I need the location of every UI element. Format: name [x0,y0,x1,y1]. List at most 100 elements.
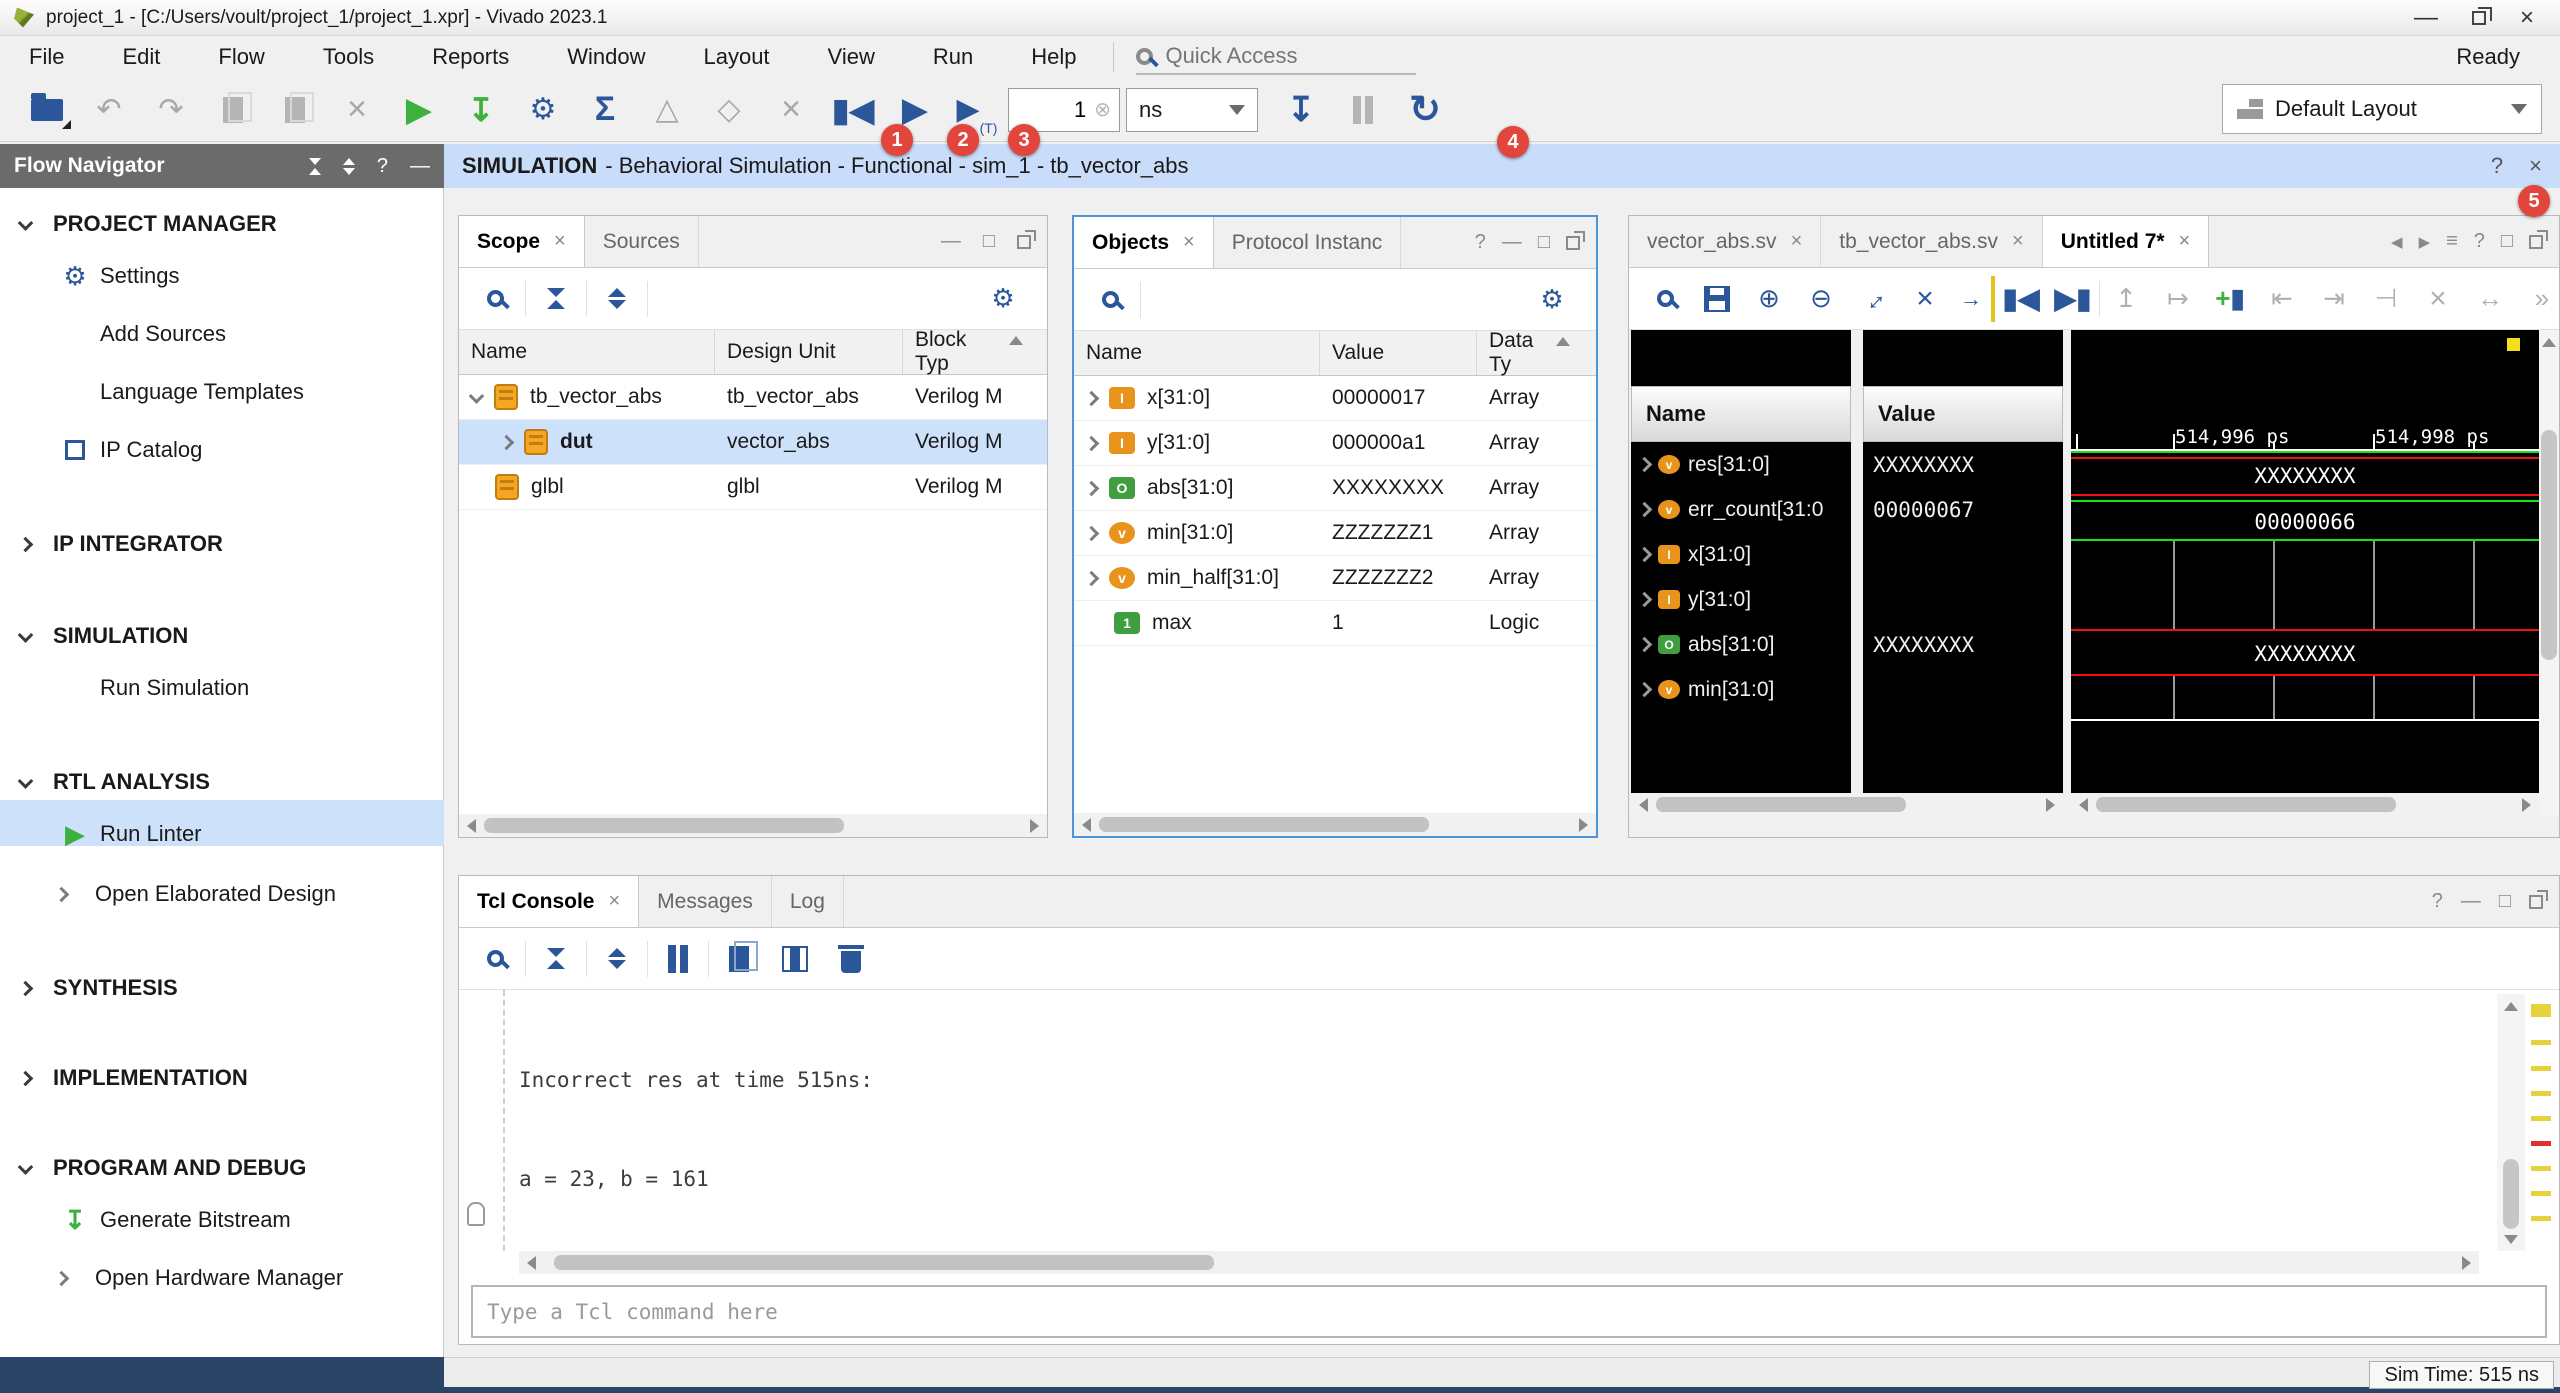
tab-messages[interactable]: Messages [639,876,772,927]
console-horizontal-scrollbar[interactable] [519,1251,2479,1274]
help-icon[interactable]: ? [1475,231,1486,254]
sidebar-item-open-hardware-manager[interactable]: Open Hardware Manager [0,1256,443,1300]
sidebar-item-run-simulation[interactable]: Run Simulation [0,666,443,710]
span-markers-button[interactable]: ↔ [2464,276,2516,322]
wave-signal-y[interactable]: Iy[31:0] [1631,577,1851,622]
wave-plot-horizontal-scrollbar[interactable] [2071,793,2539,816]
menu-view[interactable]: View [799,44,904,70]
object-row-min[interactable]: vmin[31:0] ZZZZZZZ1 Array [1074,511,1596,556]
section-program-and-debug[interactable]: PROGRAM AND DEBUG [0,1146,443,1190]
help-icon[interactable]: ? [2474,230,2485,253]
quick-access-search[interactable] [1136,39,1416,75]
sim-time-input[interactable] [1028,96,1088,124]
swap-cursor-button[interactable]: ↥ [2100,276,2152,322]
search-button[interactable] [1084,277,1136,323]
expand-all-button[interactable] [591,936,643,982]
warning-marker[interactable] [2531,1066,2551,1071]
wave-signal-min[interactable]: vmin[31:0] [1631,667,1851,712]
close-tab-icon[interactable]: × [2012,230,2024,253]
remove-cursor-button[interactable]: × [1899,276,1951,322]
section-synthesis[interactable]: SYNTHESIS [0,966,443,1010]
tcl-command-input[interactable] [485,1299,2533,1325]
wave-value-column-header[interactable]: Value [1863,386,2063,442]
menu-layout[interactable]: Layout [674,44,798,70]
tab-tb-vector-abs-sv[interactable]: tb_vector_abs.sv × [1821,216,2042,267]
column-header-data-type[interactable]: Data Ty [1477,331,1552,375]
next-marker-button[interactable]: ⇥ [2308,276,2360,322]
clear-console-button[interactable] [825,936,877,982]
object-row-min-half[interactable]: vmin_half[31:0] ZZZZZZZ2 Array [1074,556,1596,601]
tab-sources[interactable]: Sources [585,216,699,267]
report-button[interactable]: Σ [574,84,636,136]
sidebar-item-add-sources[interactable]: Add Sources [0,312,443,356]
tab-objects[interactable]: Objects × [1074,217,1214,268]
close-tab-icon[interactable]: × [2179,230,2191,253]
column-header-design-unit[interactable]: Design Unit [715,330,903,374]
scrollbar-up[interactable] [1552,331,1574,375]
float-panel-icon[interactable] [2529,895,2543,909]
tab-scope[interactable]: Scope × [459,216,585,267]
maximize-panel-icon[interactable]: □ [2501,230,2513,253]
object-row-abs[interactable]: Oabs[31:0] XXXXXXXX Array [1074,466,1596,511]
close-simulation-button[interactable]: × [2529,153,2542,179]
wave-names-horizontal-scrollbar[interactable] [1631,793,2063,816]
tab-scroll-left-icon[interactable]: ◀ [2391,233,2403,251]
window-minimize-button[interactable]: — [2414,6,2438,30]
expand-all-button[interactable] [591,276,643,322]
run-button[interactable]: ▶ [388,84,450,136]
sidebar-item-generate-bitstream[interactable]: ↧ Generate Bitstream [0,1198,443,1242]
tab-scroll-right-icon[interactable]: ▶ [2419,233,2431,251]
wave-plot-area[interactable]: 514,996 ps 514,998 ps XXXXXXXX 00000066 [2071,330,2539,816]
sidebar-item-open-elaborated-design[interactable]: Open Elaborated Design [0,872,443,916]
wave-vertical-scrollbar[interactable] [2539,330,2559,816]
menu-help[interactable]: Help [1002,44,1105,70]
section-implementation[interactable]: IMPLEMENTATION [0,1056,443,1100]
restart-sim-button[interactable]: ▮◀ [822,84,884,136]
object-row-x[interactable]: Ix[31:0] 00000017 Array [1074,376,1596,421]
scrollbar-up[interactable] [1005,330,1027,374]
help-icon[interactable]: ? [377,155,388,178]
scope-row-tb-vector-abs[interactable]: tb_vector_abs tb_vector_abs Verilog M [459,375,1047,420]
object-row-max[interactable]: 1max 1 Logic [1074,601,1596,646]
close-tab-icon[interactable]: × [1183,231,1195,254]
minimize-panel-icon[interactable]: — [941,230,961,253]
warning-marker[interactable] [2531,1040,2551,1045]
panel-settings-button[interactable]: ⚙ [1526,277,1578,323]
window-close-button[interactable]: × [2520,6,2534,30]
delete-all-markers-button[interactable]: × [2412,276,2464,322]
help-icon[interactable]: ? [2491,153,2503,179]
scope-row-glbl[interactable]: glbl glbl Verilog M [459,465,1047,510]
warning-marker[interactable] [2531,1004,2551,1017]
column-header-name[interactable]: Name [1074,331,1320,375]
previous-marker-button[interactable]: ⇤ [2256,276,2308,322]
tab-untitled-7[interactable]: Untitled 7* × [2043,216,2210,267]
column-header-value[interactable]: Value [1320,331,1477,375]
search-button[interactable] [469,276,521,322]
float-panel-icon[interactable] [2529,235,2543,249]
tab-vector-abs-sv[interactable]: vector_abs.sv × [1629,216,1821,267]
objects-horizontal-scrollbar[interactable] [1074,813,1596,836]
float-panel-icon[interactable] [1566,236,1580,250]
add-marker-button[interactable]: +▮ [2204,276,2256,322]
previous-transition-button[interactable]: ▮◀ [1995,276,2047,322]
open-project-button[interactable] [16,84,78,136]
section-ip-integrator[interactable]: IP INTEGRATOR [0,522,443,566]
tab-log[interactable]: Log [772,876,844,927]
link-button[interactable]: ◇ [698,84,760,136]
redo-button[interactable]: ↷ [140,84,202,136]
wave-name-column-header[interactable]: Name [1631,386,1851,442]
collapse-all-button[interactable] [530,276,582,322]
close-tab-icon[interactable]: × [554,230,566,253]
pause-button[interactable] [1332,84,1394,136]
close-tab-icon[interactable]: × [1791,230,1803,253]
generate-bitstream-button[interactable]: ↧ [450,84,512,136]
menu-window[interactable]: Window [538,44,674,70]
minimize-panel-icon[interactable]: — [2461,890,2481,913]
menu-edit[interactable]: Edit [93,44,189,70]
help-icon[interactable]: ? [2432,890,2443,913]
section-rtl-analysis[interactable]: RTL ANALYSIS [0,760,443,804]
step-button[interactable]: ↧ [1270,84,1332,136]
panel-settings-button[interactable]: ⚙ [977,276,1029,322]
object-row-y[interactable]: Iy[31:0] 000000a1 Array [1074,421,1596,466]
zoom-fit-button[interactable]: ↔ [1838,264,1907,333]
